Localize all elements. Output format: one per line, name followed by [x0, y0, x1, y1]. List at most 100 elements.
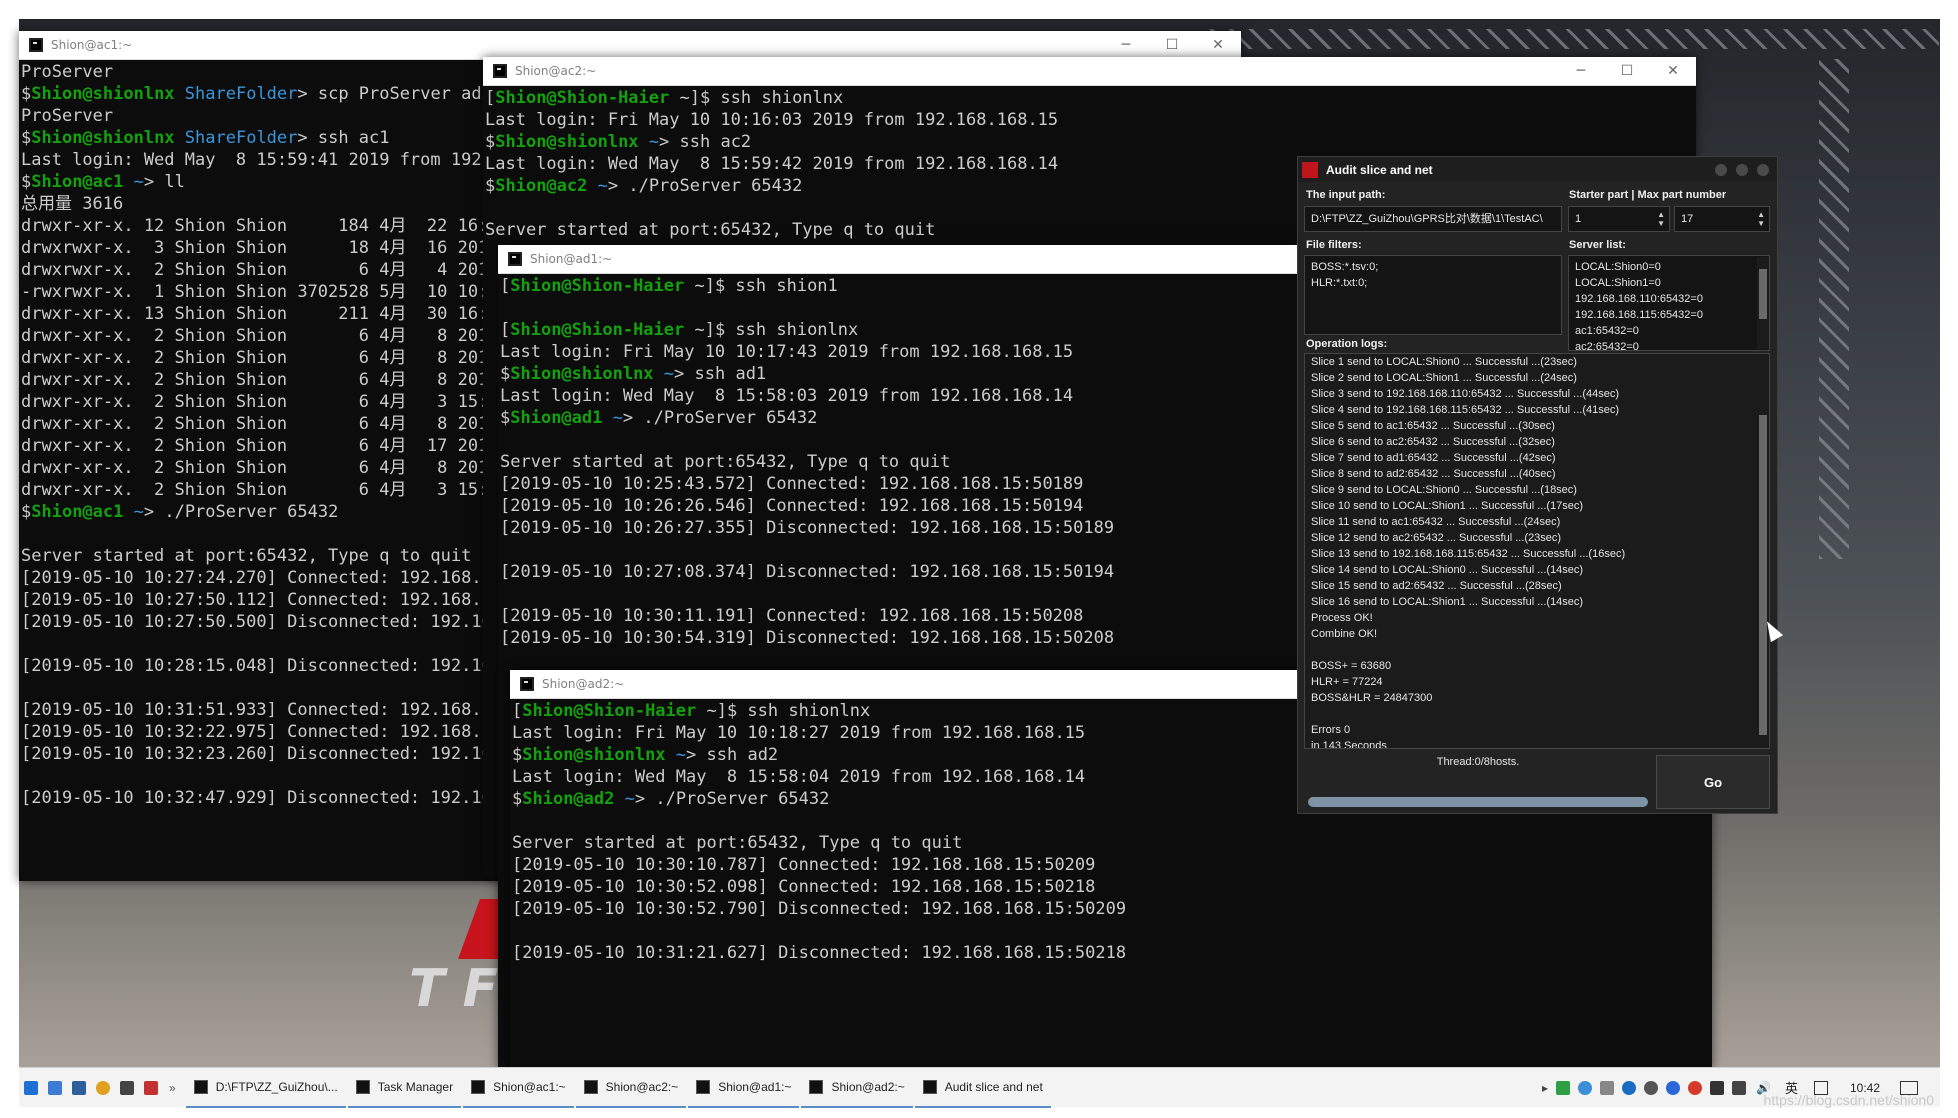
tray-check-icon[interactable] [1556, 1080, 1570, 1095]
server-list-textarea[interactable]: LOCAL:Shion0=0 LOCAL:Shion1=0 192.168.168.… [1568, 255, 1770, 351]
list-item: Slice 7 send to ad1:65432 ... Successful… [1311, 452, 1556, 464]
app-icon [193, 1079, 208, 1094]
terminal-text: [2019-05-10 10:27:08.374] Disconnected: … [500, 562, 1115, 582]
audit-window[interactable]: Audit slice and net The input path: D:\F… [1297, 156, 1778, 814]
terminal-text: Server started at port:65432, Type q to … [21, 546, 472, 566]
taskbar-item-label: Shion@ad1:~ [718, 1079, 792, 1094]
terminal-text: [2019-05-10 10:31:51.933] Connected: 192… [21, 700, 543, 720]
terminal-text: drwxr-xr-x. 2 Shion Shion 6 4月 8 201 [21, 348, 489, 368]
quicklaunch-app-icon[interactable] [144, 1080, 158, 1095]
list-item: 192.168.168.115:65432=0 [1575, 309, 1703, 321]
terminal-text: [2019-05-10 10:30:11.191] Connected: 192… [500, 606, 1084, 626]
close-button[interactable]: ✕ [1650, 63, 1696, 79]
spinner-arrows-icon[interactable]: ▲ ▼ [1657, 210, 1665, 228]
scrollbar-thumb[interactable] [1759, 269, 1767, 319]
minimize-button[interactable]: ─ [1558, 63, 1604, 79]
file-filters-textarea[interactable]: BOSS:*.tsv:0; HLR:*.txt:0; [1304, 255, 1562, 335]
terminal-text: Shion@ac2 [495, 176, 588, 196]
quicklaunch-mail-icon[interactable] [72, 1080, 86, 1095]
list-item: Slice 3 send to 192.168.168.110:65432 ..… [1311, 388, 1619, 400]
window-titlebar[interactable]: Shion@ac1:~ ─ ☐ ✕ [19, 31, 1241, 60]
go-button[interactable]: Go [1656, 755, 1770, 809]
minimize-button[interactable] [1715, 163, 1727, 176]
list-item: ac2:65432=0 [1575, 341, 1639, 351]
maximize-button[interactable]: ☐ [1149, 37, 1195, 53]
tray-expand-icon[interactable]: ▸ [1542, 1081, 1548, 1095]
terminal-text: Shion@ac1 [31, 172, 124, 192]
audit-titlebar[interactable]: Audit slice and net [1298, 157, 1777, 182]
terminal-text: ~ [675, 745, 687, 765]
window-title: Shion@ad2:~ [542, 677, 625, 691]
starter-part-stepper[interactable]: 1 ▲ ▼ [1568, 206, 1670, 232]
terminal-line: [2019-05-10 10:26:27.355] Disconnected: … [500, 517, 1295, 539]
terminal-text: $ [21, 502, 32, 522]
terminal-text: > ssh ac1 [297, 128, 390, 148]
maximize-button[interactable]: ☐ [1604, 63, 1650, 79]
list-item: Slice 12 send to ac2:65432 ... Successfu… [1311, 532, 1562, 544]
starter-max-label: Starter part | Max part number [1569, 189, 1727, 201]
list-item: ac1:65432=0 [1575, 325, 1639, 337]
terminal-text: [ [485, 88, 496, 108]
terminal-line: [2019-05-10 10:30:52.790] Disconnected: … [512, 898, 1710, 920]
terminal-text: Shion@Shion-Haier [495, 88, 670, 108]
tray-display-icon[interactable] [1732, 1080, 1746, 1095]
tray-app-icon[interactable] [1600, 1080, 1614, 1095]
terminal-text: Last login: Wed May 8 15:59:42 2019 from… [485, 154, 1059, 174]
terminal-text: [2019-05-10 10:32:22.975] Connected: 192… [21, 722, 543, 742]
taskbar-item-label: Task Manager [377, 1079, 454, 1094]
terminal-line: [2019-05-10 10:30:11.191] Connected: 192… [500, 605, 1295, 627]
taskbar: » D:\FTP\ZZ_GuiZhou\... Task Manager Shion… [19, 1067, 1940, 1108]
terminal-text: Shion@Shion-Haier [510, 320, 685, 340]
window-titlebar[interactable]: Shion@ac2:~ ─ ☐ ✕ [483, 57, 1696, 86]
quicklaunch-desktop-icon[interactable] [48, 1080, 62, 1095]
terminal-text: drwxr-xr-x. 13 Shion Shion 211 4月 30 16: [21, 304, 489, 324]
taskbar-item-task-manager[interactable]: Task Manager [347, 1068, 462, 1108]
terminal-text: ShareFolder [184, 128, 298, 148]
taskbar-item-ac2[interactable]: Shion@ac2:~ [575, 1068, 687, 1108]
logs-scrollbar[interactable] [1757, 355, 1769, 747]
taskbar-item-ad2[interactable]: Shion@ad2:~ [801, 1068, 913, 1108]
terminal-text: > ./ProServer 65432 [143, 502, 339, 522]
terminal-text: $ [21, 128, 32, 148]
terminal-text: drwxr-xr-x. 2 Shion Shion 6 4月 3 15: [21, 480, 489, 500]
operation-logs-textarea[interactable]: Slice 1 send to LOCAL:Shion0 ... Success… [1304, 353, 1770, 749]
terminal-text: [2019-05-10 10:30:52.098] Connected: 192… [512, 877, 1096, 897]
terminal-text: ProServer [21, 106, 114, 126]
terminal-text: Server started at port:65432, Type q to … [485, 220, 936, 240]
taskbar-item-label: Shion@ac2:~ [605, 1079, 679, 1094]
tray-network-icon[interactable] [1644, 1080, 1658, 1095]
spinner-arrows-icon[interactable]: ▲ ▼ [1757, 210, 1765, 228]
list-item: Slice 16 send to LOCAL:Shion1 ... Succes… [1311, 596, 1584, 608]
quicklaunch-terminal-icon[interactable] [120, 1080, 134, 1095]
tray-bluetooth-icon[interactable] [1666, 1080, 1680, 1095]
overflow-chevron-icon[interactable]: » [169, 1081, 176, 1095]
close-button[interactable]: ✕ [1195, 37, 1241, 53]
input-path-label: The input path: [1306, 189, 1386, 201]
close-button[interactable] [1757, 163, 1769, 176]
tray-printer-icon[interactable] [1710, 1080, 1724, 1095]
terminal-text: ~ [133, 172, 144, 192]
scrollbar-thumb[interactable] [1759, 415, 1767, 735]
list-item: Process OK! [1311, 612, 1373, 624]
max-part-stepper[interactable]: 17 ▲ ▼ [1674, 206, 1770, 232]
maximize-button[interactable] [1736, 163, 1748, 176]
taskbar-item-audit[interactable]: Audit slice and net [914, 1068, 1051, 1108]
progress-fill [1308, 797, 1648, 807]
tray-globe-icon[interactable] [1622, 1080, 1636, 1095]
taskbar-item-ad1[interactable]: Shion@ad1:~ [688, 1068, 800, 1108]
tray-weibo-icon[interactable] [1688, 1080, 1702, 1095]
tray-cloud-icon[interactable] [1578, 1080, 1592, 1095]
input-path-field[interactable]: D:\FTP\ZZ_GuiZhou\GPRS比对\数据\1\TestAC\ [1304, 206, 1562, 232]
server-list-scrollbar[interactable] [1757, 257, 1769, 349]
taskbar-item-ac1[interactable]: Shion@ac1:~ [463, 1068, 574, 1108]
taskbar-item-explorer[interactable]: D:\FTP\ZZ_GuiZhou\... [185, 1068, 346, 1108]
start-windows-icon[interactable] [24, 1080, 38, 1095]
minimize-button[interactable]: ─ [1103, 37, 1149, 53]
quicklaunch-chrome-icon[interactable] [96, 1080, 110, 1095]
list-item: BOSS+ = 63680 [1311, 660, 1392, 672]
window-titlebar[interactable]: Shion@ad1:~ [498, 245, 1297, 274]
terminal-line: [2019-05-10 10:27:08.374] Disconnected: … [500, 561, 1295, 583]
